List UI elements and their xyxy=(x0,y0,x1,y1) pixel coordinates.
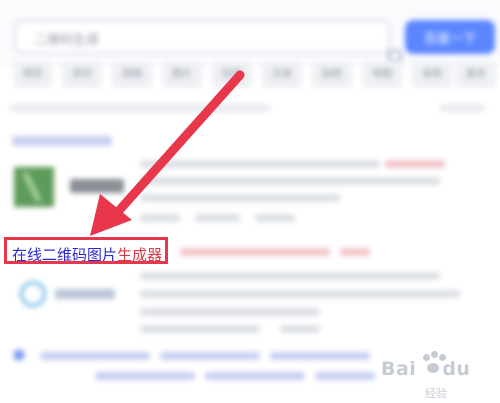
result-2-snippet xyxy=(140,290,460,298)
result-1-title[interactable] xyxy=(12,136,112,146)
search-tabs: 网页 资讯 视频 图片 知道 文库 贴吧 地图 采购 更多 xyxy=(0,62,500,90)
tab-video[interactable]: 视频 xyxy=(112,62,152,88)
result-1-keyword xyxy=(385,160,445,168)
result-1-cache[interactable] xyxy=(195,214,240,222)
search-button-label: 百度一下 xyxy=(423,32,476,47)
result-3-link[interactable] xyxy=(205,372,305,380)
result-3-icon xyxy=(14,350,24,360)
paw-toe xyxy=(431,351,438,358)
camera-icon[interactable] xyxy=(388,50,402,62)
result-count-line xyxy=(10,104,270,112)
tab-wenku[interactable]: 文库 xyxy=(262,62,302,88)
search-input[interactable]: 二维码生成 xyxy=(14,20,402,62)
paw-pad xyxy=(427,363,439,373)
result-1-snippet xyxy=(140,177,440,185)
tab-zhidao[interactable]: 知道 xyxy=(212,62,252,88)
tab-map[interactable]: 地图 xyxy=(362,62,402,88)
result-3-link[interactable] xyxy=(315,372,375,380)
watermark-sub: 经验 xyxy=(425,387,447,400)
result-1-snippet xyxy=(140,194,340,202)
result-1-snippet xyxy=(140,160,380,168)
tab-news[interactable]: 资讯 xyxy=(62,62,102,88)
result-3-link[interactable] xyxy=(95,372,195,380)
result-2-snippet xyxy=(140,308,320,316)
search-button[interactable]: 百度一下 xyxy=(405,20,495,54)
paw-toe xyxy=(423,354,430,361)
baidu-jingyan-watermark: Bai du 经验 xyxy=(381,348,499,402)
result-1-url[interactable] xyxy=(140,214,180,222)
result-2-url[interactable] xyxy=(140,325,260,333)
x-logo-icon xyxy=(22,173,42,201)
tab-tieba[interactable]: 贴吧 xyxy=(312,62,352,88)
arrow-head xyxy=(90,194,132,236)
result-2-cache[interactable] xyxy=(280,325,320,333)
top-bar: 二维码生成 百度一下 xyxy=(0,0,500,68)
watermark-brand: Bai du xyxy=(381,358,471,380)
annotation-highlight-box xyxy=(4,237,168,264)
result-2-title-rest[interactable] xyxy=(180,248,330,256)
result-3-link[interactable] xyxy=(40,352,150,360)
result-1-report[interactable] xyxy=(255,214,295,222)
result-2-logo-text xyxy=(55,289,115,299)
tab-web[interactable]: 网页 xyxy=(14,62,52,88)
result-2-title-rest[interactable] xyxy=(340,248,370,256)
tab-purchase[interactable]: 采购 xyxy=(412,62,452,88)
result-1-logo-text xyxy=(70,179,124,193)
tab-images[interactable]: 图片 xyxy=(162,62,202,88)
result-3-link[interactable] xyxy=(160,352,260,360)
paw-toe xyxy=(439,354,446,361)
tab-more[interactable]: 更多 xyxy=(456,62,496,88)
search-query: 二维码生成 xyxy=(34,33,100,48)
result-2-snippet xyxy=(140,272,440,280)
search-tools-link[interactable] xyxy=(440,104,485,112)
result-1-logo xyxy=(14,167,54,207)
result-2-logo xyxy=(20,281,46,307)
result-3-link[interactable] xyxy=(270,352,370,360)
